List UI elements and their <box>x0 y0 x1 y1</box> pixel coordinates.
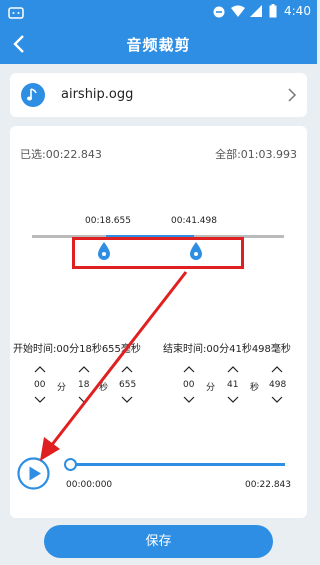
start-ms-up-icon[interactable] <box>121 365 133 373</box>
battery-icon <box>269 4 277 18</box>
play-button-icon[interactable] <box>17 457 50 490</box>
signal-icon <box>250 5 262 17</box>
file-name: airship.ogg <box>61 87 134 102</box>
clock: 4:40 <box>284 4 311 18</box>
end-min-value[interactable]: 00 <box>183 380 194 390</box>
start-time-label: 开始时间:00分18秒655毫秒 <box>13 344 141 355</box>
playback-progress-thumb[interactable] <box>64 458 77 471</box>
start-sec-up-icon[interactable] <box>78 365 90 373</box>
android-icon <box>8 7 24 19</box>
start-marker-time: 00:18.655 <box>85 216 131 226</box>
save-button[interactable]: 保存 <box>44 525 273 558</box>
start-min-unit: 分 <box>57 383 67 393</box>
playback-duration: 00:22.843 <box>245 480 291 490</box>
end-sec-down-icon[interactable] <box>227 396 239 404</box>
end-ms-up-icon[interactable] <box>271 365 283 373</box>
selected-duration: 已选:00:22.843 <box>20 148 102 161</box>
start-sec-unit: 秒 <box>99 383 109 393</box>
end-ms-value[interactable]: 498 <box>269 380 286 390</box>
total-duration: 全部:01:03.993 <box>215 148 297 161</box>
chevron-right-icon <box>288 88 297 102</box>
start-ms-down-icon[interactable] <box>121 396 133 404</box>
end-min-up-icon[interactable] <box>183 365 195 373</box>
start-sec-value[interactable]: 18 <box>78 380 89 390</box>
trim-panel: 已选:00:22.843 全部:01:03.993 00:18.655 00:4… <box>10 126 307 518</box>
start-min-value[interactable]: 00 <box>34 380 45 390</box>
start-sec-down-icon[interactable] <box>78 396 90 404</box>
end-min-unit: 分 <box>206 383 216 393</box>
page-title: 音频裁剪 <box>126 36 191 54</box>
wifi-icon <box>231 5 245 17</box>
start-min-down-icon[interactable] <box>34 396 46 404</box>
end-time-label: 结束时间:00分41秒498毫秒 <box>163 344 291 355</box>
start-min-up-icon[interactable] <box>34 365 46 373</box>
playback-progress-track[interactable] <box>68 463 285 466</box>
end-min-down-icon[interactable] <box>183 396 195 404</box>
music-note-icon <box>21 83 45 107</box>
start-ms-value[interactable]: 655 <box>119 380 136 390</box>
file-selector[interactable]: airship.ogg <box>10 73 307 117</box>
end-ms-down-icon[interactable] <box>271 396 283 404</box>
end-sec-up-icon[interactable] <box>227 365 239 373</box>
dnd-icon <box>213 6 225 18</box>
end-sec-unit: 秒 <box>250 383 260 393</box>
end-marker-time: 00:41.498 <box>171 216 217 226</box>
annotation-highlight-box <box>72 237 244 269</box>
status-bar: 4:40 <box>0 0 317 24</box>
playback-current-time: 00:00:000 <box>66 480 113 490</box>
app-bar: 音频裁剪 <box>0 24 317 64</box>
end-sec-value[interactable]: 41 <box>227 380 238 390</box>
